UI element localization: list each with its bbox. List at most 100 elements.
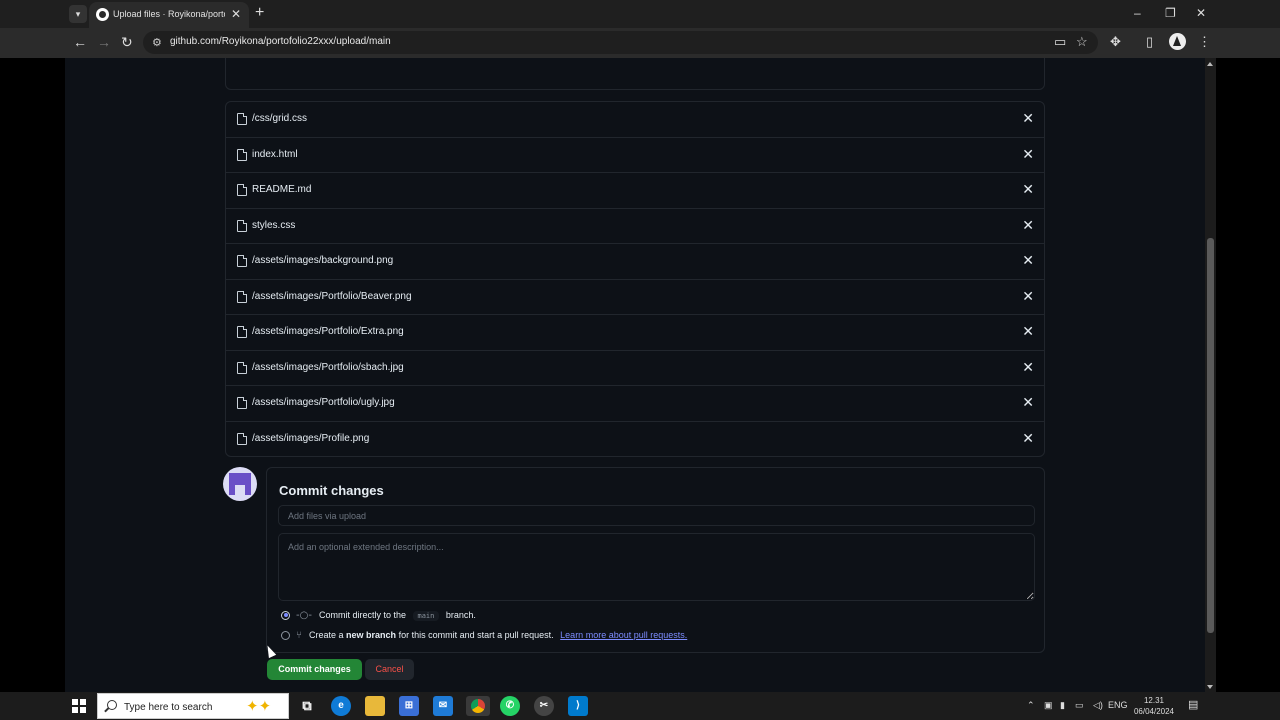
git-pull-request-icon: ⑂ (296, 629, 302, 641)
remove-file-icon[interactable]: ✕ (1022, 359, 1034, 375)
windows-start-icon[interactable] (72, 699, 86, 713)
file-explorer-icon[interactable] (365, 696, 385, 716)
address-url[interactable]: github.com/Royikona/portofolio22xxx/uplo… (170, 36, 391, 47)
commit-description-textarea[interactable] (278, 533, 1035, 601)
clock-time: 12.31 (1143, 696, 1165, 705)
remove-file-icon[interactable]: ✕ (1022, 252, 1034, 268)
file-row: README.md ✕ (226, 173, 1044, 209)
clock-date: 06/04/2024 (1133, 707, 1175, 716)
tray-overflow-icon[interactable]: ⌃ (1027, 700, 1035, 711)
tray-network-icon[interactable]: ▣ (1044, 700, 1053, 711)
remove-file-icon[interactable]: ✕ (1022, 217, 1034, 233)
file-icon (237, 432, 247, 445)
maximize-icon[interactable]: ❐ (1165, 6, 1176, 20)
file-icon (237, 113, 247, 125)
profile-icon[interactable] (1169, 33, 1186, 50)
file-icon (237, 290, 247, 303)
browser-tab-active[interactable]: Upload files · Royikona/portofolio ✕ (89, 2, 249, 28)
commit-direct-prefix: Commit directly to the (318, 610, 406, 620)
github-upload-page: /css/grid.css ✕ index.html ✕ README.md ✕… (65, 58, 1205, 692)
side-panel-icon[interactable]: ▯ (1146, 34, 1153, 50)
file-name: /assets/images/Profile.png (252, 432, 370, 444)
search-highlight-icon: ✦✦ (246, 698, 272, 715)
file-row: index.html ✕ (226, 138, 1044, 173)
commit-changes-button[interactable]: Commit changes (267, 659, 362, 680)
commit-direct-radio[interactable] (281, 610, 290, 620)
reload-icon[interactable]: ↻ (121, 34, 133, 50)
file-row: /assets/images/background.png ✕ (226, 244, 1044, 280)
file-icon (237, 184, 247, 196)
remove-file-icon[interactable]: ✕ (1022, 288, 1034, 304)
minimize-icon[interactable]: – (1134, 6, 1141, 20)
remove-file-icon[interactable]: ✕ (1022, 323, 1034, 339)
learn-more-pull-requests-link[interactable]: Learn more about pull requests. (560, 630, 687, 640)
user-avatar (223, 467, 257, 501)
file-row: styles.css ✕ (226, 209, 1044, 244)
taskbar-search-box[interactable]: Type here to search ✦✦ (97, 693, 289, 719)
uploaded-file-list: /css/grid.css ✕ index.html ✕ README.md ✕… (225, 101, 1045, 457)
remove-file-icon[interactable]: ✕ (1022, 110, 1034, 126)
store-icon[interactable]: ⊞ (399, 696, 419, 716)
file-icon (237, 397, 247, 409)
address-bar[interactable]: ⚙ github.com/Royikona/portofolio22xxx/up… (143, 31, 1098, 54)
tray-display-icon[interactable]: ▭ (1075, 700, 1084, 711)
file-icon (237, 255, 247, 267)
tab-title: Upload files · Royikona/portofolio (113, 9, 225, 19)
task-view-icon[interactable]: ⧉ (297, 696, 317, 716)
extensions-icon[interactable]: ✥ (1110, 34, 1121, 50)
tray-language[interactable]: ENG (1108, 700, 1128, 710)
branch-name-code: main (412, 611, 440, 621)
chrome-icon[interactable] (466, 696, 490, 716)
file-name: /assets/images/Portfolio/Beaver.png (252, 290, 412, 302)
star-icon[interactable]: ☆ (1076, 34, 1088, 50)
remove-file-icon[interactable]: ✕ (1022, 181, 1034, 197)
tray-volume-icon[interactable]: ◁) (1093, 700, 1103, 711)
new-branch-option[interactable]: ⑂ Create a new branch for this commit an… (281, 628, 687, 642)
new-branch-prefix: Create a (309, 630, 344, 640)
site-info-icon[interactable]: ⚙ (152, 36, 162, 49)
github-favicon (96, 8, 109, 21)
forward-icon[interactable]: → (97, 34, 111, 50)
git-commit-icon: -○- (296, 609, 312, 621)
file-name: /css/grid.css (252, 113, 308, 124)
scroll-up-icon[interactable] (1207, 62, 1213, 66)
back-icon[interactable]: ← (73, 34, 87, 50)
commit-summary-input[interactable] (278, 505, 1035, 526)
screen: ▾ Upload files · Royikona/portofolio ✕ +… (0, 0, 1280, 720)
remove-file-icon[interactable]: ✕ (1022, 394, 1034, 410)
cast-icon[interactable]: ▭ (1054, 34, 1066, 50)
tray-mic-icon[interactable]: ▮ (1060, 700, 1065, 711)
remove-file-icon[interactable]: ✕ (1022, 430, 1034, 446)
commit-title: Commit changes (279, 483, 384, 498)
file-row: /assets/images/Portfolio/Extra.png ✕ (226, 315, 1044, 351)
commit-direct-suffix: branch. (445, 610, 476, 620)
file-icon (237, 219, 247, 232)
edge-icon[interactable]: e (331, 696, 351, 716)
new-branch-radio[interactable] (281, 630, 290, 640)
page-scrollbar[interactable] (1205, 58, 1216, 692)
cancel-button[interactable]: Cancel (365, 659, 414, 680)
vscode-icon[interactable]: ⟩ (568, 696, 588, 716)
commit-direct-option[interactable]: -○- Commit directly to the main branch. (281, 608, 476, 622)
more-icon[interactable]: ⋮ (1198, 34, 1211, 50)
file-name: /assets/images/Portfolio/Extra.png (252, 326, 404, 337)
new-tab-button[interactable]: + (255, 4, 264, 22)
remove-file-icon[interactable]: ✕ (1022, 146, 1034, 162)
tab-close-icon[interactable]: ✕ (231, 8, 241, 21)
tab-search-icon[interactable]: ▾ (69, 5, 87, 23)
mail-icon[interactable]: ✉ (433, 696, 453, 716)
new-branch-bold: new branch (346, 630, 397, 640)
scrollbar-thumb[interactable] (1207, 238, 1214, 633)
file-row: /assets/images/Portfolio/sbach.jpg ✕ (226, 351, 1044, 386)
notification-icon[interactable]: ▤ (1188, 698, 1198, 711)
snipping-tool-icon[interactable]: ✂ (534, 696, 554, 716)
scroll-down-icon[interactable] (1207, 685, 1213, 689)
file-icon (237, 326, 247, 338)
file-row: /assets/images/Portfolio/Beaver.png ✕ (226, 280, 1044, 315)
close-icon[interactable]: ✕ (1196, 6, 1206, 20)
windows-taskbar: Type here to search ✦✦ ⧉ e ⊞ ✉ ✆ ✂ ⟩ ⌃ ▣… (0, 692, 1280, 720)
whatsapp-icon[interactable]: ✆ (500, 696, 520, 716)
file-row: /assets/images/Profile.png ✕ (226, 422, 1044, 457)
file-name: /assets/images/Portfolio/sbach.jpg (252, 361, 404, 373)
taskbar-clock[interactable]: 12.31 06/04/2024 (1128, 695, 1180, 717)
